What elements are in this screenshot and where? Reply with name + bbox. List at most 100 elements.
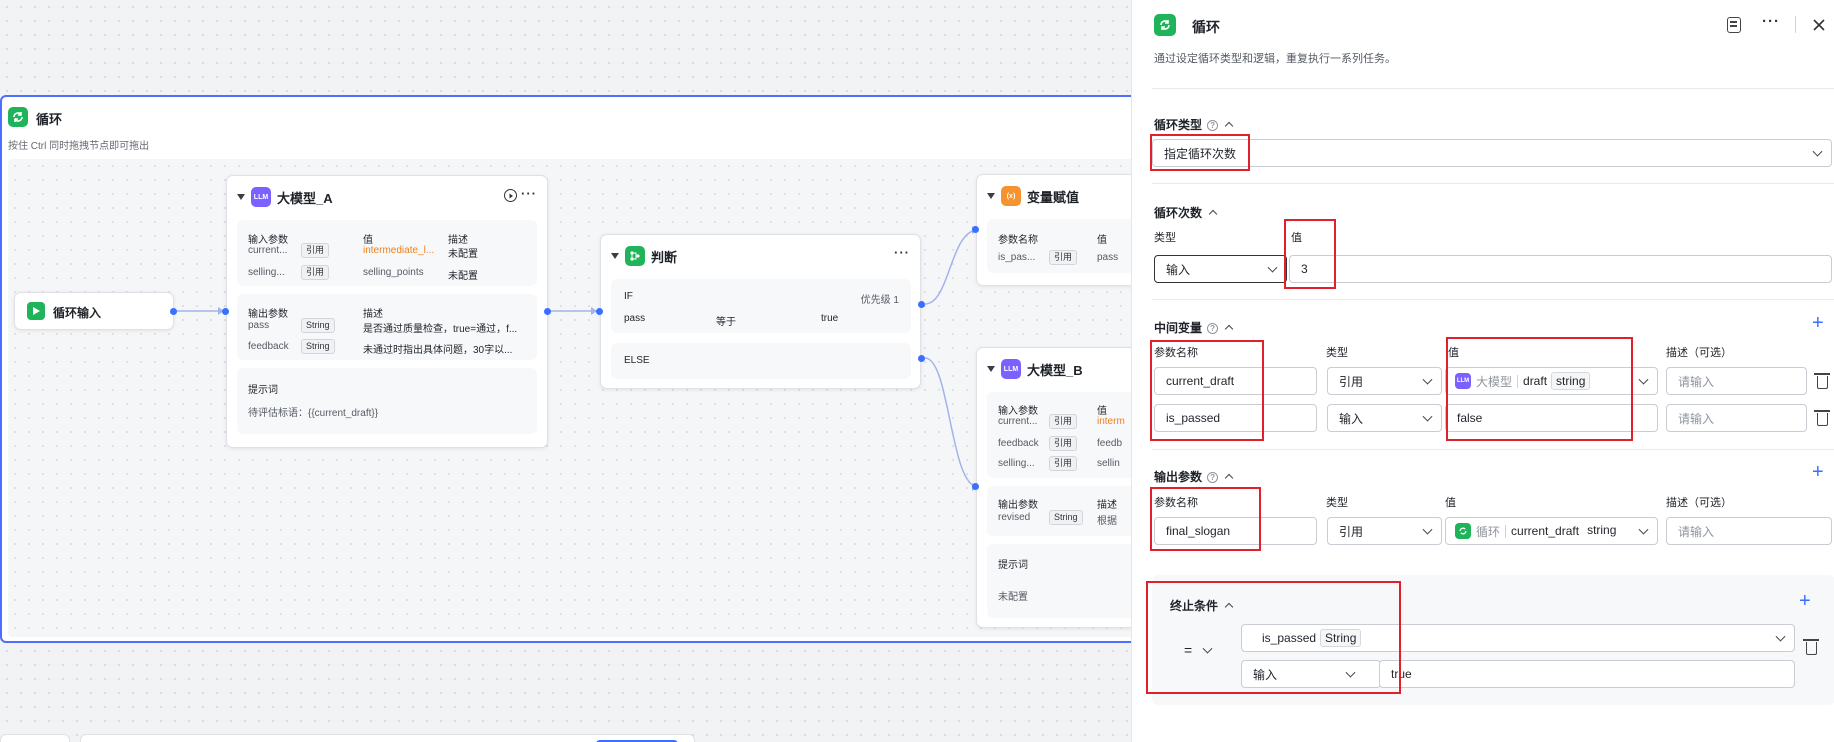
intermediate-section[interactable]: 中间变量? bbox=[1154, 319, 1234, 336]
add-condition-icon[interactable]: + bbox=[1799, 591, 1811, 611]
help-icon[interactable]: ? bbox=[1207, 323, 1219, 335]
llm-icon: LLM bbox=[251, 187, 271, 207]
param-desc: 未配置 bbox=[448, 271, 478, 282]
ref-source: 循环 bbox=[1476, 524, 1501, 539]
divider bbox=[1152, 88, 1834, 89]
else-section[interactable]: ELSE bbox=[611, 343, 911, 379]
else-output-port[interactable] bbox=[918, 355, 925, 362]
param-desc: 未配置 bbox=[448, 249, 478, 260]
loop-count-section[interactable]: 循环次数 bbox=[1154, 204, 1218, 221]
collapse-icon[interactable] bbox=[1208, 209, 1218, 219]
condition-value-input[interactable]: true bbox=[1379, 660, 1795, 688]
chevron-down-icon bbox=[1422, 411, 1433, 422]
output-section: 输出参数 描述 pass String 是否通过质量检查，true=通过，f..… bbox=[237, 294, 537, 360]
value-header: 值 bbox=[363, 235, 373, 246]
add-output-icon[interactable]: + bbox=[1812, 462, 1824, 482]
chevron-down-icon bbox=[1812, 146, 1823, 157]
value-header: 值 bbox=[1445, 497, 1456, 509]
collapse-icon[interactable] bbox=[611, 253, 619, 259]
prompt-label: 提示词 bbox=[248, 385, 278, 396]
desc-header: 描述 bbox=[363, 309, 383, 320]
loop-title: 循环 bbox=[36, 112, 63, 127]
var-type-select[interactable]: 引用 bbox=[1327, 367, 1442, 395]
loop-type-section[interactable]: 循环类型? bbox=[1154, 116, 1234, 133]
output-type-value: 引用 bbox=[1339, 524, 1364, 539]
delete-icon[interactable] bbox=[1814, 373, 1830, 389]
chevron-down-icon bbox=[1422, 374, 1433, 385]
delete-icon[interactable] bbox=[1814, 410, 1830, 426]
type-tag: String bbox=[1049, 510, 1083, 525]
more-icon[interactable]: ··· bbox=[894, 245, 910, 260]
output-type-select[interactable]: 引用 bbox=[1327, 517, 1442, 545]
collapse-icon[interactable] bbox=[1224, 324, 1234, 334]
input-port[interactable] bbox=[972, 483, 979, 490]
desc-placeholder: 请输入 bbox=[1678, 524, 1715, 539]
loop-icon bbox=[1455, 523, 1471, 539]
prompt-value: 未配置 bbox=[998, 592, 1028, 603]
delete-icon[interactable] bbox=[1803, 639, 1819, 655]
param-value: feedb bbox=[1097, 438, 1123, 449]
highlight-box bbox=[1150, 487, 1261, 551]
if-output-port[interactable] bbox=[918, 301, 925, 308]
bottom-toolbar-left[interactable] bbox=[0, 734, 70, 742]
var-desc-input[interactable]: 请输入 bbox=[1666, 404, 1807, 432]
collapse-icon[interactable] bbox=[1224, 121, 1234, 131]
input-port[interactable] bbox=[222, 308, 229, 315]
highlight-box bbox=[1146, 581, 1401, 694]
more-icon[interactable]: ··· bbox=[1762, 13, 1780, 30]
type-tag: String bbox=[301, 318, 335, 333]
output-port[interactable] bbox=[170, 308, 177, 315]
output-section[interactable]: 输出参数? bbox=[1154, 468, 1234, 485]
node-title: 大模型_B bbox=[1027, 362, 1083, 378]
collapse-icon[interactable] bbox=[987, 366, 995, 372]
add-variable-icon[interactable]: + bbox=[1812, 313, 1824, 333]
llm-icon: LLM bbox=[1001, 359, 1021, 379]
collapse-icon[interactable] bbox=[987, 193, 995, 199]
chevron-down-icon bbox=[1638, 374, 1649, 385]
input-port[interactable] bbox=[596, 308, 603, 315]
loop-container[interactable]: 循环 按住 Ctrl 同时拖拽节点即可拖出 bbox=[0, 95, 1140, 643]
divider bbox=[1152, 299, 1834, 300]
output-header: 输出参数 bbox=[998, 500, 1038, 511]
type-header: 类型 bbox=[1154, 232, 1176, 244]
more-icon[interactable]: ··· bbox=[521, 186, 537, 201]
loop-count-input[interactable]: 3 bbox=[1289, 255, 1832, 283]
loop-type-select[interactable]: 指定循环次数 bbox=[1152, 139, 1832, 167]
intermediate-label: 中间变量 bbox=[1154, 321, 1203, 335]
panel-title: 循环 bbox=[1192, 19, 1220, 35]
input-header: 输入参数 bbox=[998, 406, 1038, 417]
help-icon[interactable]: ? bbox=[1207, 120, 1219, 132]
close-icon[interactable] bbox=[1811, 17, 1827, 33]
help-icon[interactable]: ? bbox=[1207, 472, 1219, 484]
separator bbox=[1505, 524, 1507, 538]
loop-canvas[interactable] bbox=[8, 159, 1136, 637]
highlight-box bbox=[1150, 340, 1264, 441]
llm-a-node[interactable]: LLM 大模型_A ··· 输入参数 值 描述 current... 引用 in… bbox=[226, 175, 548, 448]
input-port[interactable] bbox=[972, 226, 979, 233]
param-name: current... bbox=[248, 245, 288, 256]
output-desc-input[interactable]: 请输入 bbox=[1666, 517, 1832, 545]
loop-count-type-select[interactable]: 输入 bbox=[1154, 255, 1287, 283]
judge-node[interactable]: 判断 ··· IF 优先级 1 pass 等于 true ELSE bbox=[600, 234, 921, 389]
loop-input-node[interactable]: 循环输入 bbox=[14, 292, 174, 330]
loop-count-label: 循环次数 bbox=[1154, 206, 1203, 220]
ref-field: current_draft bbox=[1511, 524, 1580, 538]
type-tag: 引用 bbox=[1049, 456, 1078, 471]
node-title: 大模型_A bbox=[277, 190, 333, 206]
var-type-select[interactable]: 输入 bbox=[1327, 404, 1442, 432]
var-desc-input[interactable]: 请输入 bbox=[1666, 367, 1807, 395]
document-icon[interactable] bbox=[1727, 17, 1741, 33]
header-divider bbox=[1795, 16, 1796, 33]
if-section[interactable]: IF 优先级 1 pass 等于 true bbox=[611, 279, 911, 333]
collapse-icon[interactable] bbox=[1224, 473, 1234, 483]
output-port[interactable] bbox=[544, 308, 551, 315]
param-name: feedback bbox=[248, 341, 289, 352]
param-desc: 是否通过质量检查，true=通过，f... bbox=[363, 324, 518, 335]
type-tag: String bbox=[301, 339, 335, 354]
output-reference-select[interactable]: 循环 current_draft string bbox=[1445, 517, 1658, 545]
run-icon[interactable] bbox=[504, 189, 517, 202]
param-desc: 未通过时指出具体问题，30字以... bbox=[363, 345, 513, 356]
collapse-icon[interactable] bbox=[237, 194, 245, 200]
param-name: selling... bbox=[998, 458, 1035, 469]
prompt-value: 待评估标语：{{current_draft}} bbox=[248, 408, 379, 419]
